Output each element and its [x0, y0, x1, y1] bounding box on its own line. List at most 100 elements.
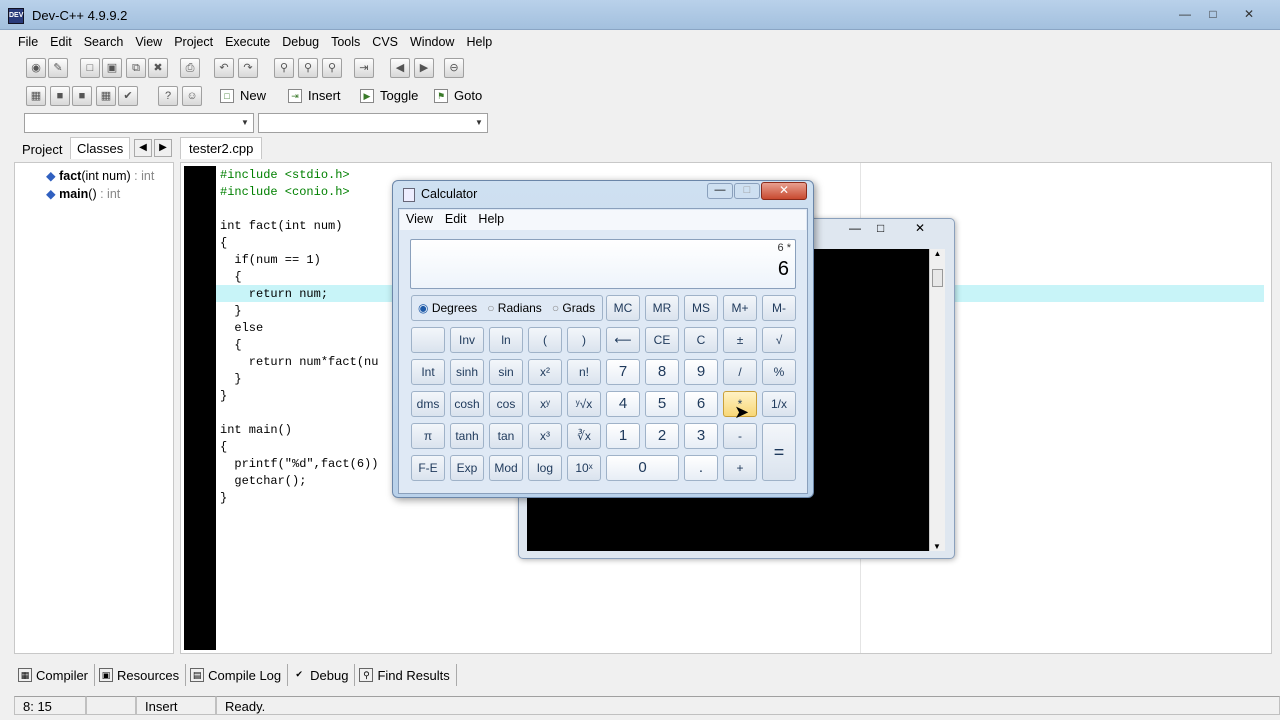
console-maximize-icon[interactable]: □ — [877, 221, 884, 235]
calc-button[interactable]: ± — [723, 327, 757, 353]
back-icon[interactable]: ◀ — [390, 58, 410, 78]
menu-cvs[interactable]: CVS — [366, 33, 404, 53]
tab-left-icon[interactable]: ◀ — [134, 139, 152, 157]
calc-button[interactable]: √ — [762, 327, 796, 353]
calc-button[interactable]: 8 — [645, 359, 679, 385]
goto-button[interactable]: ⚑ Goto — [430, 86, 490, 106]
calc-button[interactable]: x³ — [528, 423, 562, 449]
calc-button[interactable]: C — [684, 327, 718, 353]
print-icon[interactable]: ⎙ — [180, 58, 200, 78]
calc-button[interactable]: 2 — [645, 423, 679, 449]
calc-button[interactable]: + — [723, 455, 757, 481]
find-icon[interactable]: ⚲ — [274, 58, 294, 78]
check-icon[interactable]: ✔ — [118, 86, 138, 106]
menu-debug[interactable]: Debug — [276, 33, 325, 53]
calc-button[interactable]: ( — [528, 327, 562, 353]
maximize-icon[interactable]: □ — [1200, 6, 1226, 22]
calc-button[interactable] — [411, 327, 445, 353]
menu-help[interactable]: Help — [460, 33, 498, 53]
toggle-button[interactable]: ▶ Toggle — [356, 86, 426, 106]
calc-button[interactable]: cos — [489, 391, 523, 417]
calc-menu-view[interactable]: View — [400, 210, 439, 230]
calc-button[interactable]: 10ˣ — [567, 455, 601, 481]
equals-button[interactable]: = — [762, 423, 796, 481]
calc-button[interactable]: tanh — [450, 423, 484, 449]
calc-button[interactable]: 0 — [606, 455, 679, 481]
calc-button[interactable]: 3 — [684, 423, 718, 449]
tab-compile-log[interactable]: ▤ Compile Log — [186, 664, 289, 686]
calc-close-icon[interactable]: ✕ — [761, 182, 807, 200]
calc-button[interactable]: xʸ — [528, 391, 562, 417]
calc-button[interactable]: 7 — [606, 359, 640, 385]
calc-button[interactable]: 6 — [684, 391, 718, 417]
save-icon[interactable]: ▣ — [102, 58, 122, 78]
menu-window[interactable]: Window — [404, 33, 460, 53]
calc-button[interactable]: ∛x — [567, 423, 601, 449]
file-tab[interactable]: tester2.cpp — [180, 137, 263, 159]
calc-menu-help[interactable]: Help — [472, 210, 510, 230]
save-all-icon[interactable]: ⧉ — [126, 58, 146, 78]
memory-button-mr[interactable]: MR — [645, 295, 679, 321]
redo-icon[interactable]: ↷ — [238, 58, 258, 78]
console-minimize-icon[interactable]: — — [849, 221, 861, 235]
calc-maximize-icon[interactable]: □ — [734, 183, 760, 199]
radio-radians[interactable]: ○ Radians — [487, 301, 542, 315]
calc-button[interactable]: ) — [567, 327, 601, 353]
calc-button[interactable]: Inv — [450, 327, 484, 353]
calc-button[interactable]: % — [762, 359, 796, 385]
calc-button[interactable]: 9 — [684, 359, 718, 385]
menu-file[interactable]: File — [12, 33, 44, 53]
calc-button[interactable]: tan — [489, 423, 523, 449]
radio-degrees[interactable]: ◉ Degrees — [418, 301, 477, 315]
calc-button[interactable]: 4 — [606, 391, 640, 417]
find-next-icon[interactable]: ⚲ — [322, 58, 342, 78]
stop-icon[interactable]: ⊖ — [444, 58, 464, 78]
close-file-icon[interactable]: ✖ — [148, 58, 168, 78]
new-project-icon[interactable]: ✎ — [48, 58, 68, 78]
tab-resources[interactable]: ▣ Resources — [95, 664, 187, 686]
member-combo[interactable]: ▼ — [258, 113, 488, 133]
calc-button[interactable]: n! — [567, 359, 601, 385]
tab-find-results[interactable]: ⚲ Find Results — [355, 664, 457, 686]
new-file-icon[interactable]: □ — [80, 58, 100, 78]
compile-icon[interactable]: ▦ — [26, 86, 46, 106]
radio-grads[interactable]: ○ Grads — [552, 301, 595, 315]
memory-button-ms[interactable]: MS — [684, 295, 718, 321]
tab-classes[interactable]: Classes — [70, 137, 131, 159]
rebuild-icon[interactable]: ▦ — [96, 86, 116, 106]
calc-button[interactable]: 1 — [606, 423, 640, 449]
class-combo[interactable]: ▼ — [24, 113, 254, 133]
menu-edit[interactable]: Edit — [44, 33, 78, 53]
memory-button-mplus[interactable]: M+ — [723, 295, 757, 321]
calc-button[interactable]: . — [684, 455, 718, 481]
calc-button[interactable]: sinh — [450, 359, 484, 385]
scroll-down-icon[interactable]: ▼ — [930, 542, 944, 551]
calc-button[interactable]: ln — [489, 327, 523, 353]
calc-button[interactable]: log — [528, 455, 562, 481]
calc-button[interactable]: - — [723, 423, 757, 449]
class-item-fact[interactable]: ◆ fact(int num) : int — [46, 168, 154, 183]
calc-button[interactable]: F-E — [411, 455, 445, 481]
about-icon[interactable]: ☺ — [182, 86, 202, 106]
close-icon[interactable]: ✕ — [1236, 6, 1262, 22]
undo-icon[interactable]: ↶ — [214, 58, 234, 78]
replace-icon[interactable]: ⚲ — [298, 58, 318, 78]
menu-search[interactable]: Search — [78, 33, 130, 53]
calc-button[interactable]: / — [723, 359, 757, 385]
console-close-icon[interactable]: ✕ — [915, 221, 925, 235]
calc-button[interactable]: x² — [528, 359, 562, 385]
calc-button[interactable]: CE — [645, 327, 679, 353]
tab-project[interactable]: Project — [16, 139, 68, 161]
memory-button-mminus[interactable]: M- — [762, 295, 796, 321]
tab-compiler[interactable]: ▦ Compiler — [14, 664, 96, 686]
class-item-main[interactable]: ◆ main() : int — [46, 186, 120, 201]
help-icon[interactable]: ? — [158, 86, 178, 106]
calc-minimize-icon[interactable]: — — [707, 183, 733, 199]
new-button[interactable]: □ New — [216, 86, 274, 106]
calc-button[interactable]: Exp — [450, 455, 484, 481]
chevron-down-icon[interactable]: ▼ — [237, 114, 253, 132]
compile-run-icon[interactable]: ■ — [72, 86, 92, 106]
calc-button[interactable]: 1/x — [762, 391, 796, 417]
menu-view[interactable]: View — [129, 33, 168, 53]
calc-button[interactable]: ⟵ — [606, 327, 640, 353]
